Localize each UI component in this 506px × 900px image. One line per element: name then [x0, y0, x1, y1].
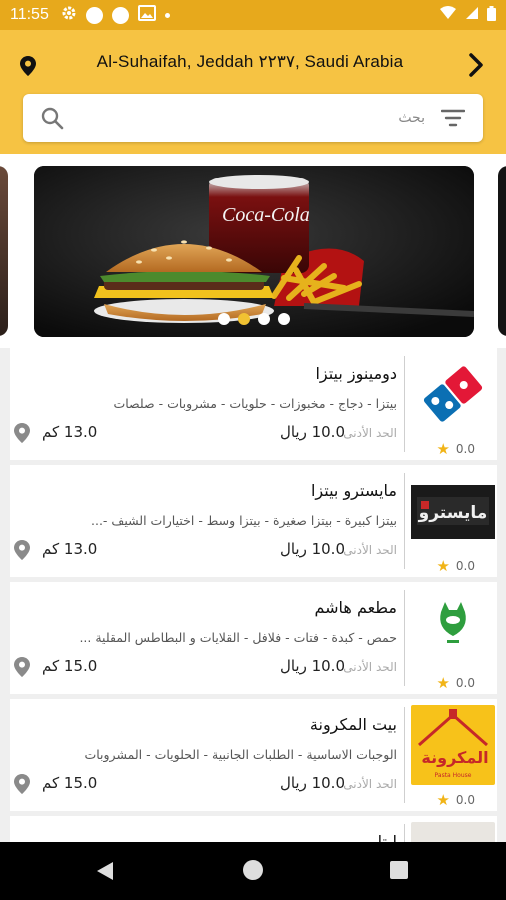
- restaurant-card[interactable]: ★ 0.0 مطعم هاشم حمص - كبدة - فتات - فلاف…: [10, 582, 497, 694]
- home-icon[interactable]: [243, 860, 263, 880]
- restaurant-name[interactable]: ليتا: [378, 832, 397, 842]
- restaurant-categories: بيتزا - دجاج - مخبوزات - حلويات - مشروبا…: [113, 396, 397, 411]
- settings-icon: [61, 5, 77, 25]
- search-input[interactable]: [95, 104, 425, 132]
- restaurant-name[interactable]: بيت المكرونة: [310, 715, 397, 734]
- status-time: 11:55: [10, 6, 49, 23]
- restaurant-card[interactable]: المكرونة Pasta House ★ 0.0 بيت المكرونة …: [10, 699, 497, 811]
- restaurant-categories: الوجبات الاساسية - الطلبات الجانبية - ال…: [84, 747, 397, 762]
- restaurant-card[interactable]: مايسترو ★ 0.0 مايسترو بيتزا بيتزا كبيرة …: [10, 465, 497, 577]
- rating-value: 0.0: [455, 793, 475, 807]
- svg-text:المكرونة: المكرونة: [421, 748, 488, 767]
- min-order-label: الحد الأدنى: [343, 543, 397, 557]
- min-order-label: الحد الأدنى: [343, 426, 397, 440]
- carousel-dot-active[interactable]: [238, 313, 250, 325]
- distance: 15.0 كم: [42, 657, 98, 675]
- carousel-dot[interactable]: [258, 313, 270, 325]
- divider: [404, 707, 405, 803]
- restaurant-card[interactable]: ليتا: [10, 816, 497, 842]
- divider: [404, 824, 405, 842]
- star-icon: ★: [436, 791, 450, 809]
- maestro-logo: مايسترو: [411, 471, 495, 551]
- carousel-dot[interactable]: [218, 313, 230, 325]
- search-bar[interactable]: [23, 94, 483, 142]
- wifi-icon: [439, 6, 457, 24]
- notification-circle-icon: [85, 6, 103, 24]
- search-icon[interactable]: [40, 106, 64, 134]
- rating: ★ 0.0: [436, 674, 475, 692]
- restaurant-list[interactable]: ★ 0.0 دومينوز بيتزا بيتزا - دجاج - مخبوز…: [0, 348, 506, 842]
- system-navigation-bar: [0, 842, 506, 900]
- divider: [404, 356, 405, 452]
- location-pin-icon: [14, 423, 30, 447]
- notification-circle-icon: [111, 6, 129, 24]
- rating-value: 0.0: [455, 442, 475, 456]
- dominos-logo: [411, 354, 495, 434]
- rating: ★ 0.0: [436, 440, 475, 458]
- distance: 13.0 كم: [42, 423, 98, 441]
- rating: ★ 0.0: [436, 557, 475, 575]
- app-header: Al-Suhaifah, Jeddah ٢٢٣٧, Saudi Arabia: [0, 30, 506, 154]
- carousel-prev-slide[interactable]: [0, 166, 8, 336]
- location-pin-icon: [14, 657, 30, 681]
- location-pin-icon: [14, 540, 30, 564]
- location-pin-icon[interactable]: [20, 56, 36, 80]
- svg-text:Pasta House: Pasta House: [435, 772, 472, 779]
- min-order-value: 10.0 ريال: [279, 774, 345, 792]
- min-order-label: الحد الأدنى: [343, 777, 397, 791]
- star-icon: ★: [436, 674, 450, 692]
- delivery-address[interactable]: Al-Suhaifah, Jeddah ٢٢٣٧, Saudi Arabia: [58, 52, 442, 72]
- star-icon: ★: [436, 440, 450, 458]
- rating: ★ 0.0: [436, 791, 475, 809]
- min-order-value: 10.0 ريال: [279, 540, 345, 558]
- hashem-logo: [411, 588, 495, 668]
- promo-carousel[interactable]: Coca-Cola: [0, 154, 506, 348]
- more-notifications-dot: [164, 12, 170, 18]
- restaurant-name[interactable]: مطعم هاشم: [314, 598, 397, 617]
- star-icon: ★: [436, 557, 450, 575]
- rating-value: 0.0: [455, 676, 475, 690]
- carousel-dot[interactable]: [278, 313, 290, 325]
- min-order-value: 10.0 ريال: [279, 423, 345, 441]
- min-order-label: الحد الأدنى: [343, 660, 397, 674]
- carousel-dots: [34, 313, 474, 325]
- filter-icon[interactable]: [440, 109, 466, 131]
- pasta-house-logo: المكرونة Pasta House: [411, 705, 495, 785]
- restaurant-categories: حمص - كبدة - فتات - فلافل - القلايات و ا…: [79, 630, 397, 645]
- restaurant-name[interactable]: مايسترو بيتزا: [311, 481, 397, 500]
- distance: 13.0 كم: [42, 540, 98, 558]
- restaurant-card[interactable]: ★ 0.0 دومينوز بيتزا بيتزا - دجاج - مخبوز…: [10, 348, 497, 460]
- carousel-next-slide[interactable]: [498, 166, 506, 336]
- restaurant-name[interactable]: دومينوز بيتزا: [315, 364, 397, 383]
- status-bar: 11:55: [0, 0, 506, 30]
- distance: 15.0 كم: [42, 774, 98, 792]
- back-icon[interactable]: [96, 861, 114, 885]
- gallery-icon: [137, 5, 156, 25]
- battery-icon: [487, 5, 496, 25]
- location-pin-icon: [14, 774, 30, 798]
- rating-value: 0.0: [455, 559, 475, 573]
- recent-apps-icon[interactable]: [390, 861, 408, 879]
- signal-icon: [465, 6, 479, 24]
- restaurant-categories: بيتزا كبيرة - بيتزا صغيرة - بيتزا وسط - …: [91, 513, 397, 528]
- divider: [404, 590, 405, 686]
- divider: [404, 473, 405, 569]
- svg-text:Coca-Cola: Coca-Cola: [222, 204, 310, 226]
- partial-logo: [411, 822, 495, 842]
- min-order-value: 10.0 ريال: [279, 657, 345, 675]
- carousel-banner-image[interactable]: Coca-Cola: [34, 166, 474, 337]
- chevron-right-icon[interactable]: [468, 52, 484, 82]
